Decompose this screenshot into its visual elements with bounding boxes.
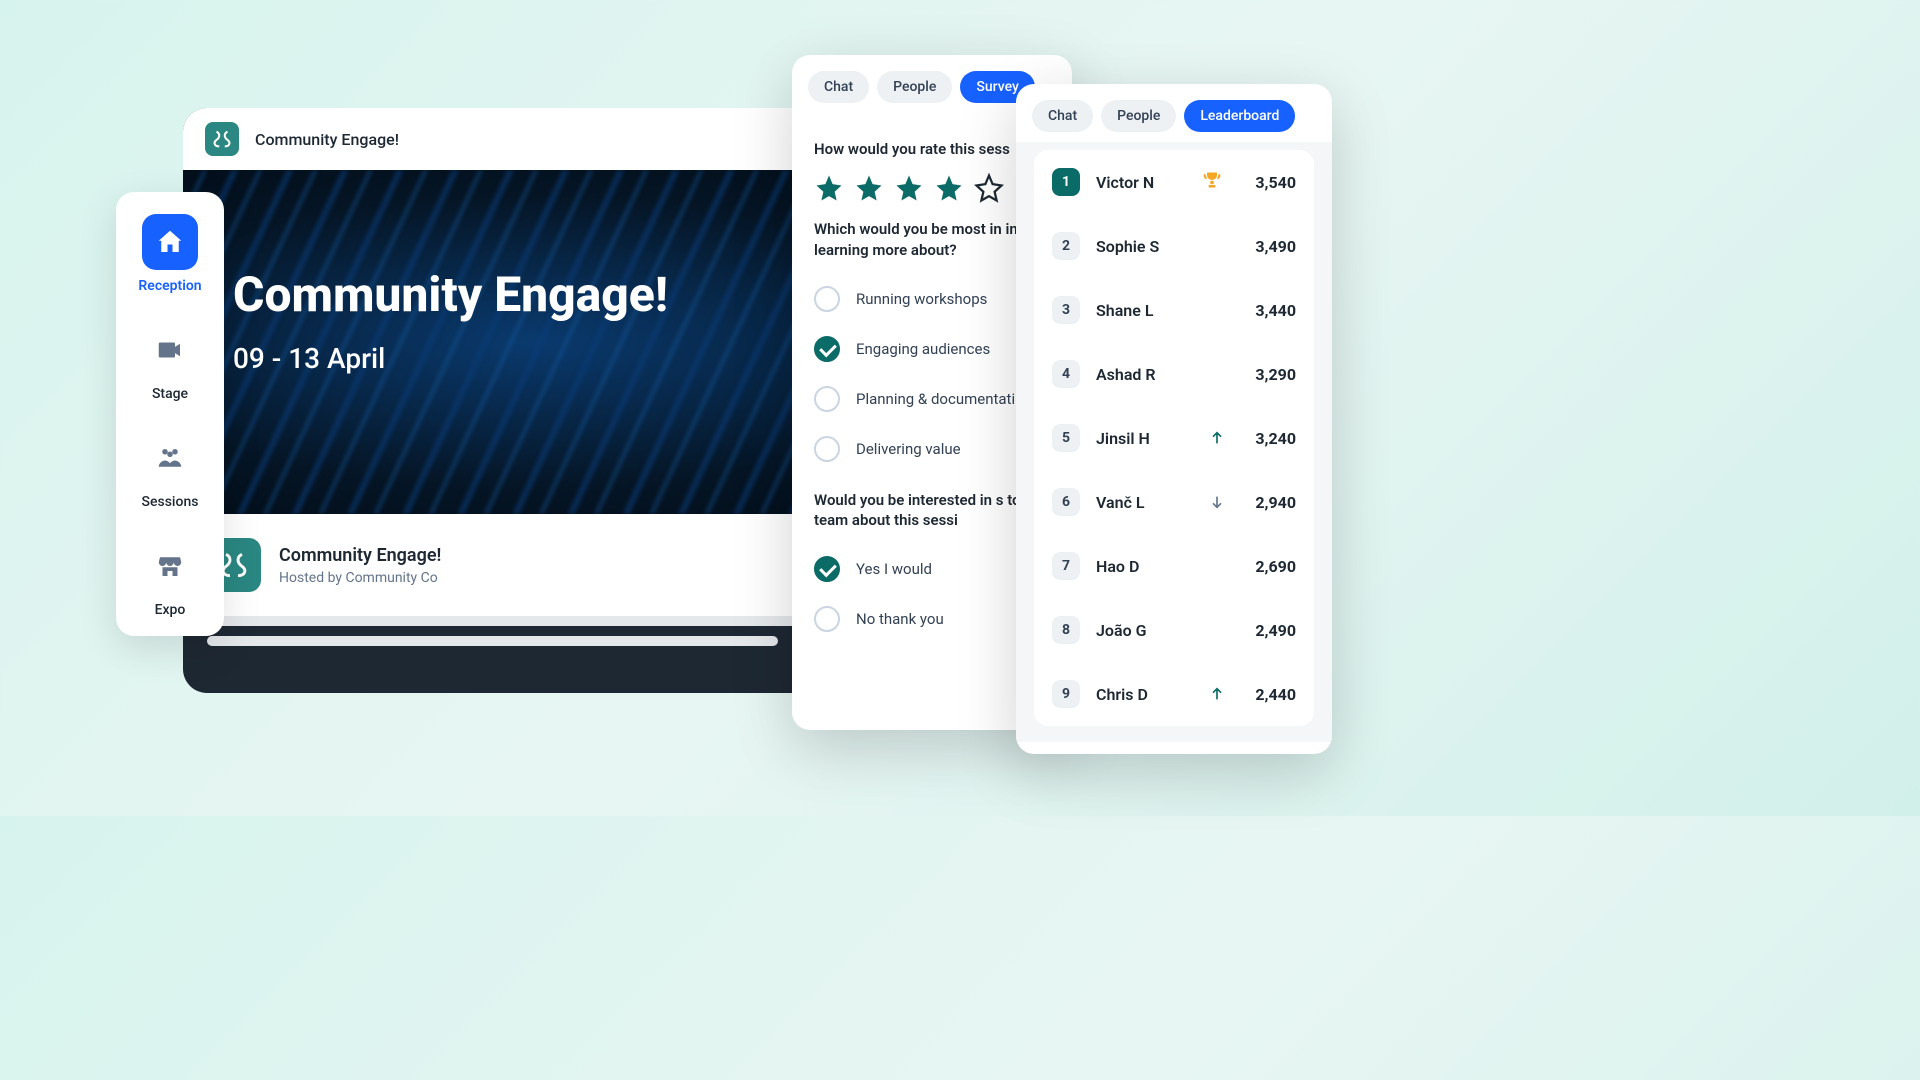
radio-icon — [814, 286, 840, 312]
leaderboard-row[interactable]: 4 Ashad R 3,290 — [1034, 342, 1314, 406]
leaderboard-row[interactable]: 3 Shane L 3,440 — [1034, 278, 1314, 342]
option-workshops[interactable]: Running workshops — [814, 274, 1050, 324]
option-label: No thank you — [856, 610, 944, 628]
player-name: Ashad R — [1096, 365, 1226, 384]
arrow-down-icon — [1208, 494, 1226, 510]
player-score: 2,490 — [1242, 621, 1296, 640]
player-score: 2,440 — [1242, 685, 1296, 704]
radio-icon — [814, 606, 840, 632]
radio-checked-icon — [814, 556, 840, 582]
rank-badge: 6 — [1052, 488, 1080, 516]
people-icon — [142, 430, 198, 486]
option-value[interactable]: Delivering value — [814, 424, 1050, 474]
player-name: João G — [1096, 621, 1226, 640]
rank-badge: 2 — [1052, 232, 1080, 260]
star-outline-icon[interactable] — [974, 173, 1004, 203]
leaderboard-row[interactable]: 8 João G 2,490 — [1034, 598, 1314, 662]
nav-label: Expo — [116, 602, 224, 618]
rank-badge: 3 — [1052, 296, 1080, 324]
radio-icon — [814, 436, 840, 462]
player-score: 3,240 — [1242, 429, 1296, 448]
tab-leaderboard[interactable]: Leaderboard — [1184, 100, 1295, 132]
house-icon — [142, 214, 198, 270]
nav-stage[interactable]: Stage — [116, 322, 224, 402]
star-icon[interactable] — [814, 173, 844, 203]
option-no[interactable]: No thank you — [814, 594, 1050, 644]
question-3: Would you be interested in s to our team… — [814, 490, 1050, 531]
hero-dates: 09 - 13 April — [233, 342, 668, 375]
star-icon[interactable] — [894, 173, 924, 203]
nav-label: Stage — [116, 386, 224, 402]
player-score: 3,290 — [1242, 365, 1296, 384]
nav-sessions[interactable]: Sessions — [116, 430, 224, 510]
rank-badge: 1 — [1052, 168, 1080, 196]
arrow-up-icon — [1208, 430, 1226, 446]
nav-reception[interactable]: Reception — [116, 214, 224, 294]
rank-badge: 5 — [1052, 424, 1080, 452]
leaderboard-row[interactable]: 1 Victor N 3,540 — [1034, 150, 1314, 214]
player-name: Jinsil H — [1096, 429, 1192, 448]
option-label: Yes I would — [856, 560, 932, 578]
star-icon[interactable] — [934, 173, 964, 203]
event-host: Hosted by Community Co — [279, 570, 441, 586]
option-label: Delivering value — [856, 440, 961, 458]
option-planning[interactable]: Planning & documentati — [814, 374, 1050, 424]
hero-title: Community Engage! — [233, 266, 668, 324]
star-icon[interactable] — [854, 173, 884, 203]
tab-people[interactable]: People — [1101, 100, 1176, 132]
skeleton-line — [207, 636, 778, 646]
window-title: Community Engage! — [255, 130, 399, 149]
player-name: Victor N — [1096, 173, 1186, 192]
leaderboard-row[interactable]: 9 Chris D 2,440 — [1034, 662, 1314, 726]
question-2: Which would you be most in in learning m… — [814, 219, 1050, 260]
leaderboard-row[interactable]: 5 Jinsil H 3,240 — [1034, 406, 1314, 470]
tab-people[interactable]: People — [877, 71, 952, 103]
rank-badge: 9 — [1052, 680, 1080, 708]
rank-badge: 4 — [1052, 360, 1080, 388]
leaderboard-list: 1 Victor N 3,540 2 Sophie S 3,490 3 Shane L 3,44… — [1034, 150, 1314, 726]
rank-badge: 8 — [1052, 616, 1080, 644]
option-label: Engaging audiences — [856, 340, 990, 358]
booth-icon — [142, 538, 198, 594]
nav-sidebar: Reception Stage Sessions Expo — [116, 192, 224, 636]
player-score: 2,940 — [1242, 493, 1296, 512]
trophy-icon — [1202, 170, 1222, 194]
player-name: Chris D — [1096, 685, 1192, 704]
question-1: How would you rate this sess — [814, 139, 1050, 159]
leaderboard-row[interactable]: 2 Sophie S 3,490 — [1034, 214, 1314, 278]
star-rating[interactable] — [814, 173, 1050, 203]
player-name: Vanč L — [1096, 493, 1192, 512]
option-label: Planning & documentati — [856, 390, 1015, 408]
radio-icon — [814, 386, 840, 412]
player-score: 3,540 — [1242, 173, 1296, 192]
player-name: Sophie S — [1096, 237, 1226, 256]
option-label: Running workshops — [856, 290, 987, 308]
leaderboard-panel: Chat People Leaderboard 1Victor N3,5402S… — [1016, 84, 1332, 754]
radio-checked-icon — [814, 336, 840, 362]
brand-logo — [205, 122, 239, 156]
tab-chat[interactable]: Chat — [808, 71, 869, 103]
leaderboard-row[interactable]: 6 Vanč L 2,940 — [1034, 470, 1314, 534]
tab-chat[interactable]: Chat — [1032, 100, 1093, 132]
nav-label: Reception — [116, 278, 224, 294]
player-score: 3,490 — [1242, 237, 1296, 256]
arrow-up-icon — [1208, 686, 1226, 702]
camera-icon — [142, 322, 198, 378]
nav-expo[interactable]: Expo — [116, 538, 224, 618]
leaderboard-tabs: Chat People Leaderboard — [1016, 84, 1332, 142]
player-score: 2,690 — [1242, 557, 1296, 576]
player-score: 3,440 — [1242, 301, 1296, 320]
nav-label: Sessions — [116, 494, 224, 510]
rank-badge: 7 — [1052, 552, 1080, 580]
player-name: Shane L — [1096, 301, 1226, 320]
leaderboard-row[interactable]: 7 Hao D 2,690 — [1034, 534, 1314, 598]
player-name: Hao D — [1096, 557, 1226, 576]
option-yes[interactable]: Yes I would — [814, 544, 1050, 594]
event-name: Community Engage! — [279, 545, 441, 566]
option-audiences[interactable]: Engaging audiences — [814, 324, 1050, 374]
